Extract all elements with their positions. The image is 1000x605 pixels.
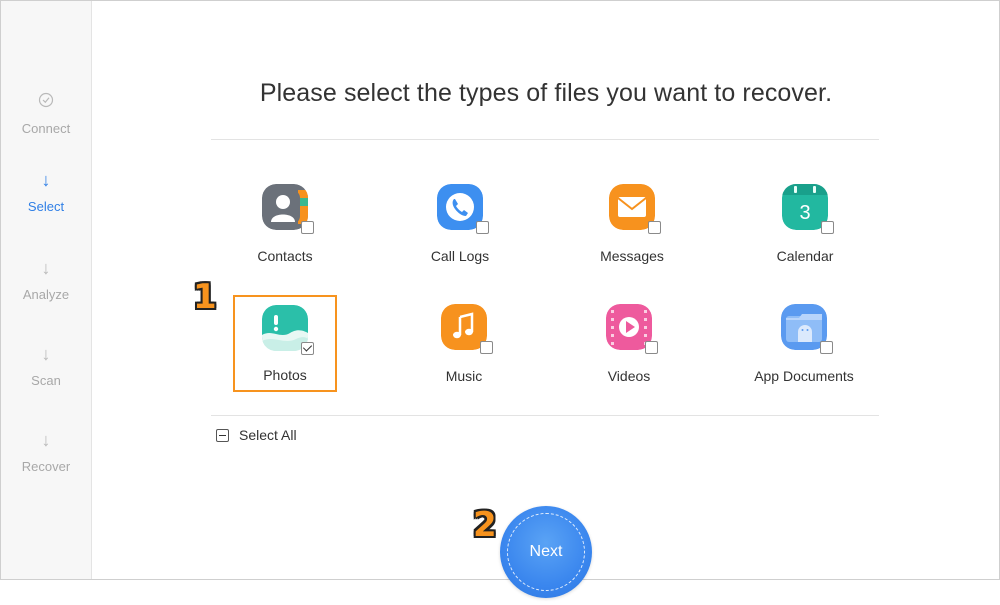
file-type-messages[interactable]: Messages — [562, 184, 702, 294]
file-type-label: Photos — [263, 367, 307, 383]
indeterminate-checkbox-icon — [216, 428, 229, 442]
file-type-photos[interactable]: Photos — [215, 305, 355, 415]
arrow-down-icon: ↓ — [41, 430, 51, 450]
step-analyze: ↓ Analyze — [1, 257, 91, 302]
step-connect: Connect — [1, 91, 91, 136]
call-logs-checkbox[interactable] — [476, 221, 489, 234]
select-all-checkbox[interactable]: Select All — [216, 427, 297, 443]
file-type-label: Calendar — [776, 248, 834, 264]
file-type-videos[interactable]: Videos — [559, 304, 699, 414]
check-circle-icon — [38, 92, 54, 108]
calendar-checkbox[interactable] — [821, 221, 834, 234]
arrow-down-icon: ↓ — [41, 258, 51, 278]
step-label: Connect — [21, 121, 71, 136]
svg-text:3: 3 — [799, 202, 810, 224]
contacts-checkbox[interactable] — [301, 221, 314, 234]
file-type-calendar[interactable]: 3 Calendar — [735, 184, 875, 294]
arrow-down-icon: ↓ — [41, 170, 51, 190]
step-label: Select — [27, 199, 65, 214]
file-type-label: Call Logs — [430, 248, 490, 264]
step-label: Analyze — [22, 287, 70, 302]
file-type-music[interactable]: Music — [394, 304, 534, 414]
app-documents-checkbox[interactable] — [820, 341, 833, 354]
step-label: Recover — [21, 459, 71, 474]
file-type-label: Contacts — [257, 248, 313, 264]
step-label: Scan — [31, 373, 61, 388]
file-type-label: Music — [445, 368, 483, 384]
next-button[interactable]: Next — [500, 506, 592, 598]
annotation-step-1: 1 — [193, 277, 217, 317]
arrow-down-icon: ↓ — [41, 344, 51, 364]
bottom-divider — [211, 415, 879, 416]
videos-checkbox[interactable] — [645, 341, 658, 354]
app-window: Connect ↓ Select ↓ Analyze ↓ Scan ↓ Reco… — [0, 0, 1000, 580]
photos-checkbox[interactable] — [301, 342, 314, 355]
file-type-label: App Documents — [754, 368, 854, 384]
step-recover: ↓ Recover — [1, 429, 91, 474]
file-type-label: Messages — [600, 248, 664, 264]
file-type-call-logs[interactable]: Call Logs — [390, 184, 530, 294]
file-type-contacts[interactable]: Contacts — [215, 184, 355, 294]
step-select: ↓ Select — [1, 169, 91, 214]
steps-sidebar: Connect ↓ Select ↓ Analyze ↓ Scan ↓ Reco… — [1, 1, 92, 579]
file-type-app-documents[interactable]: App Documents — [734, 304, 874, 414]
music-checkbox[interactable] — [480, 341, 493, 354]
step-scan: ↓ Scan — [1, 343, 91, 388]
file-type-label: Videos — [607, 368, 651, 384]
next-button-label: Next — [529, 543, 563, 560]
messages-checkbox[interactable] — [648, 221, 661, 234]
annotation-step-2: 2 — [473, 505, 497, 545]
top-divider — [211, 139, 879, 140]
page-title: Please select the types of files you wan… — [259, 79, 833, 107]
select-all-label: Select All — [239, 427, 297, 443]
